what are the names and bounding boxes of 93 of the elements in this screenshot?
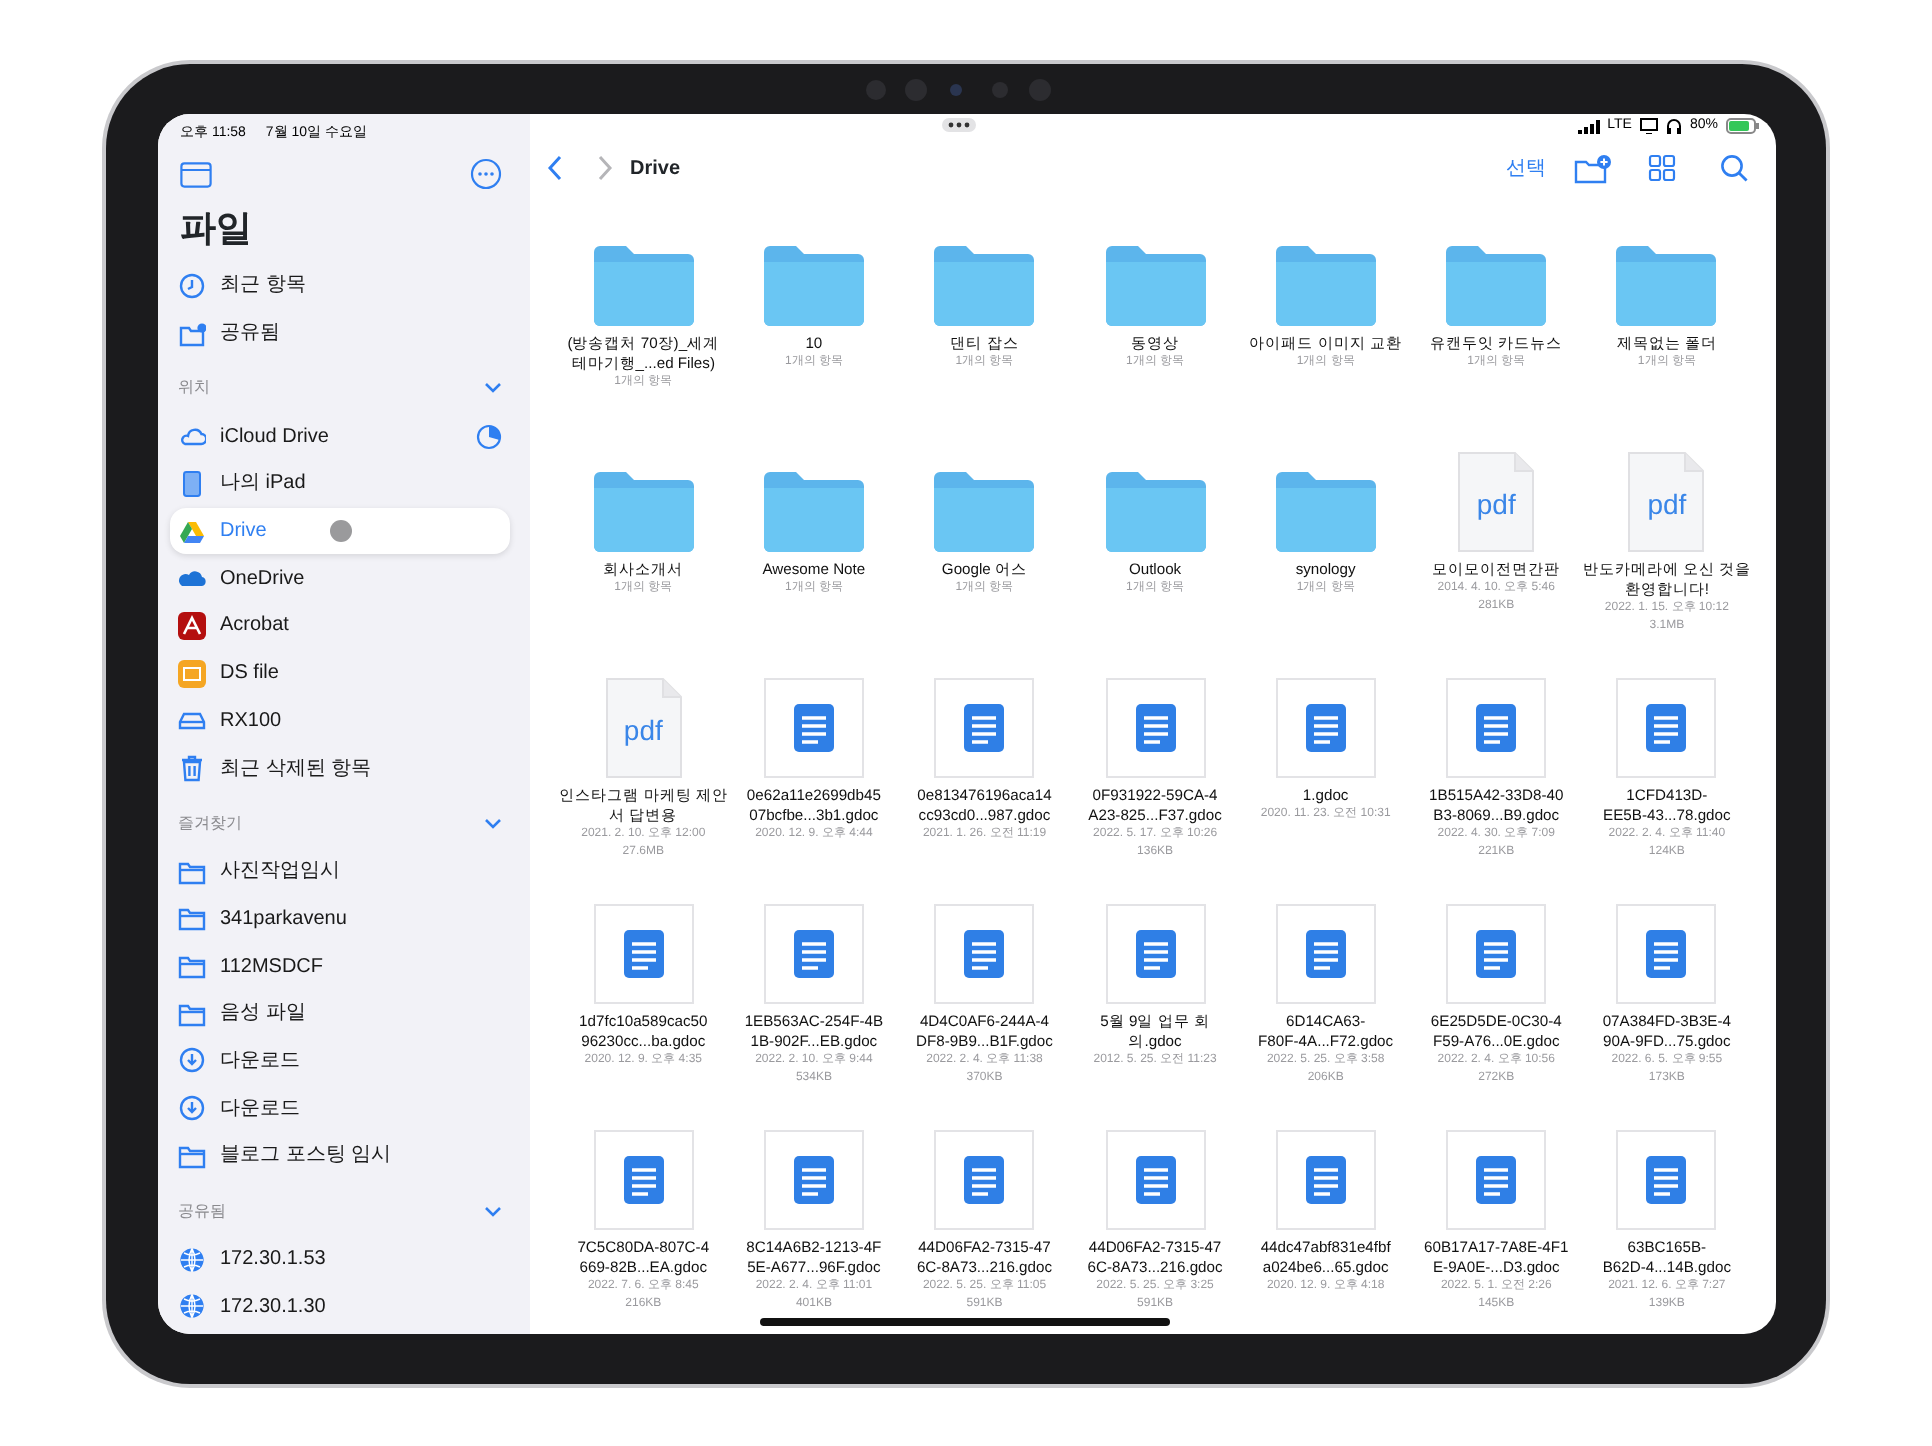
- sidebar-item[interactable]: OneDrive: [170, 554, 510, 603]
- folder-icon: [178, 904, 206, 933]
- document-thumbnail-icon: [1446, 904, 1547, 1004]
- headphones-icon: [1665, 118, 1682, 134]
- forward-icon[interactable]: [594, 154, 614, 182]
- document-thumbnail-icon: [1105, 1130, 1206, 1230]
- sidebar-item[interactable]: 최근 항목: [170, 262, 510, 310]
- folder-icon: [1275, 472, 1376, 552]
- sidebar-item[interactable]: 다운로드: [170, 1084, 510, 1132]
- storage-pie-icon: [476, 423, 502, 450]
- folder-icon: [1275, 246, 1376, 326]
- pointer-dot: [330, 520, 352, 543]
- folder-icon: [763, 472, 864, 552]
- section-header: 위치: [178, 376, 210, 401]
- tablet-icon: [178, 469, 206, 498]
- folder-icon: [1105, 472, 1206, 552]
- file-type-label: pdf: [621, 712, 665, 750]
- screen-mirror-icon: [1639, 118, 1658, 134]
- document-thumbnail-icon: [1275, 678, 1376, 778]
- shared-folder-icon: [178, 319, 206, 348]
- folder-app-icon: [178, 659, 206, 688]
- document-thumbnail-icon: [1446, 1130, 1547, 1230]
- chevron-icon[interactable]: [484, 382, 502, 395]
- signal-icon: [1577, 119, 1600, 133]
- document-thumbnail-icon: [1616, 678, 1717, 778]
- back-icon[interactable]: [546, 154, 566, 182]
- sidebar-item[interactable]: Drive: [170, 507, 510, 555]
- sidebar-item[interactable]: iCloud Drive: [170, 412, 510, 461]
- file-type-label: pdf: [1645, 486, 1689, 524]
- sidebar-item[interactable]: RX100: [170, 697, 510, 745]
- select-button[interactable]: 선택: [1506, 153, 1546, 183]
- sidebar-item[interactable]: 341parkavenu: [170, 895, 510, 943]
- sidebar-item[interactable]: DS file: [170, 649, 510, 697]
- document-thumbnail-icon: [934, 678, 1035, 778]
- folder-icon: [1446, 246, 1547, 326]
- folder-icon: [1616, 246, 1717, 326]
- folder-icon: [1105, 246, 1206, 326]
- folder-icon: [593, 246, 694, 326]
- document-thumbnail-icon: [1105, 904, 1206, 1004]
- section-header: 즐겨찾기: [178, 811, 242, 836]
- document-thumbnail-icon: [763, 904, 864, 1004]
- document-thumbnail-icon: [1616, 1130, 1717, 1230]
- clock-icon: [178, 271, 206, 300]
- folder-icon: [178, 857, 206, 886]
- sidebar-title: 파일: [180, 206, 254, 250]
- document-thumbnail-icon: [934, 1130, 1035, 1230]
- folder-icon: [178, 1141, 206, 1170]
- document-thumbnail-icon: [1105, 678, 1206, 778]
- document-thumbnail-icon: [934, 904, 1035, 1004]
- sidebar-item[interactable]: 172.30.1.30: [170, 1282, 510, 1331]
- document-thumbnail-icon: [593, 904, 694, 1004]
- trash-icon: [178, 754, 206, 783]
- document-thumbnail-icon: [1446, 678, 1547, 778]
- sidebar-item[interactable]: 블로그 포스팅 임시: [170, 1132, 510, 1180]
- document-thumbnail-icon: [593, 1130, 694, 1230]
- document-thumbnail-icon: [763, 1130, 864, 1230]
- document-thumbnail-icon: [1275, 904, 1376, 1004]
- sidebar-item[interactable]: 다운로드: [170, 1037, 510, 1085]
- section-header: 공유됨: [178, 1199, 226, 1224]
- sidebar-item[interactable]: 사진작업임시: [170, 847, 510, 896]
- grid-view-icon[interactable]: [1648, 154, 1676, 182]
- drive-logo-icon: [178, 517, 206, 546]
- chevron-icon[interactable]: [484, 1205, 502, 1218]
- search-icon[interactable]: [1720, 154, 1748, 182]
- sidebar-item[interactable]: 공유됨: [170, 309, 510, 357]
- sidebar-item[interactable]: 172.30.1.53: [170, 1235, 510, 1283]
- folder-icon: [934, 246, 1035, 326]
- globe-icon: [178, 1292, 206, 1321]
- folder-title: Drive: [630, 155, 681, 183]
- folder-icon: [763, 246, 864, 326]
- document-thumbnail-icon: [1616, 904, 1717, 1004]
- acrobat-icon: [178, 611, 206, 640]
- document-thumbnail-icon: [1275, 1130, 1376, 1230]
- file-type-label: pdf: [1474, 486, 1518, 524]
- folder-icon: [593, 472, 694, 552]
- new-folder-icon[interactable]: [1574, 153, 1612, 183]
- folder-icon: [178, 999, 206, 1028]
- globe-icon: [178, 1245, 206, 1274]
- sidebar-item[interactable]: 음성 파일: [170, 989, 510, 1038]
- document-thumbnail-icon: [763, 678, 864, 778]
- sidebar-item[interactable]: 112MSDCF: [170, 942, 510, 990]
- sidebar-item[interactable]: 최근 삭제된 항목: [170, 744, 510, 792]
- download-icon: [178, 1094, 206, 1123]
- download-icon: [178, 1046, 206, 1075]
- chevron-icon[interactable]: [484, 817, 502, 830]
- more-icon: [470, 158, 502, 190]
- folder-icon: [178, 952, 206, 981]
- sidebar-item[interactable]: Acrobat: [170, 602, 510, 650]
- folder-icon: [934, 472, 1035, 552]
- battery-icon: [1726, 118, 1760, 134]
- multitasking-icon: [942, 118, 976, 132]
- sidebar-toggle-icon: [180, 161, 212, 187]
- sidebar-item[interactable]: 나의 iPad: [170, 460, 510, 508]
